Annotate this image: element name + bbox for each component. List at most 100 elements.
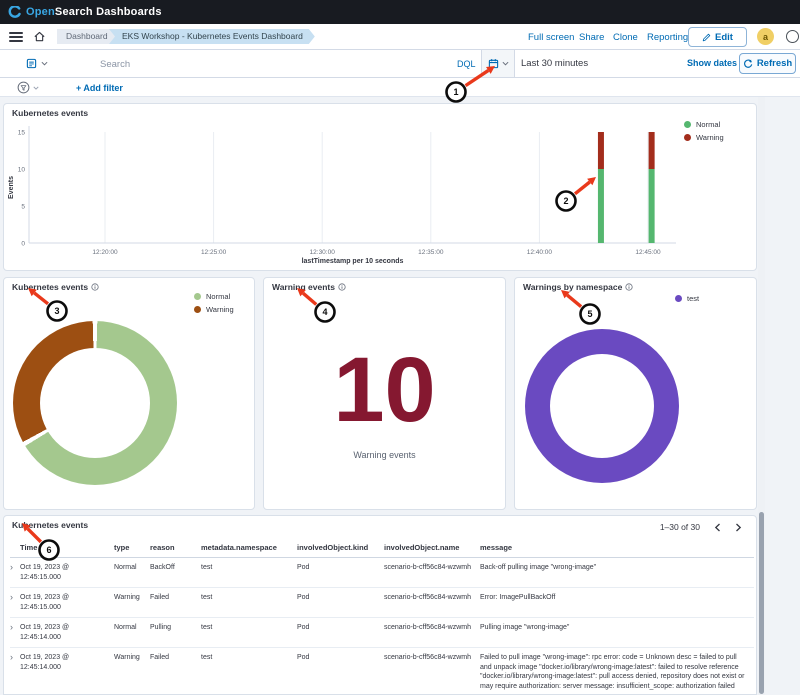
expand-row-icon[interactable]: › bbox=[10, 562, 13, 572]
legend-item-warning[interactable]: Warning bbox=[684, 133, 724, 142]
date-picker-button[interactable] bbox=[481, 50, 515, 77]
column-header-involvedobject-name[interactable]: involvedObject.name bbox=[384, 538, 480, 558]
legend-label: Normal bbox=[206, 292, 230, 301]
y-tick-label: 0 bbox=[21, 241, 25, 248]
bar-segment-normal[interactable] bbox=[598, 169, 604, 243]
filter-bar: + Add filter bbox=[0, 78, 800, 97]
x-axis-title: lastTimestamp per 10 seconds bbox=[302, 258, 404, 265]
cell-message: Pulling image "wrong-image" bbox=[480, 618, 754, 648]
saved-query-icon bbox=[26, 58, 37, 69]
x-tick-label: 12:40:00 bbox=[527, 249, 553, 256]
sort-descending-icon[interactable]: ▼ bbox=[39, 544, 44, 550]
column-header-message[interactable]: message bbox=[480, 538, 754, 558]
table-header-row: Time▼typereasonmetadata.namespaceinvolve… bbox=[10, 538, 754, 558]
legend-label: Warning bbox=[696, 133, 724, 142]
column-header-involvedobject-kind[interactable]: involvedObject.kind bbox=[297, 538, 384, 558]
opensearch-logo[interactable]: OpenSearch Dashboards bbox=[8, 6, 162, 19]
x-tick-label: 12:45:00 bbox=[635, 249, 661, 256]
column-header-type[interactable]: type bbox=[114, 538, 150, 558]
home-icon[interactable] bbox=[33, 30, 46, 48]
full-screen-link[interactable]: Full screen bbox=[528, 32, 574, 43]
y-tick-label: 10 bbox=[18, 167, 26, 174]
legend-dot bbox=[684, 134, 691, 141]
bar-segment-normal[interactable] bbox=[649, 169, 655, 243]
info-icon[interactable] bbox=[625, 283, 633, 291]
legend-label: test bbox=[687, 294, 699, 303]
scrollbar-thumb[interactable] bbox=[759, 512, 764, 694]
column-header-time[interactable]: Time▼ bbox=[20, 538, 114, 558]
legend-item-normal[interactable]: Normal bbox=[684, 120, 724, 129]
info-icon[interactable] bbox=[91, 283, 99, 291]
show-dates-button[interactable]: Show dates bbox=[687, 58, 737, 68]
panel-title-wrap: Warning events bbox=[272, 282, 346, 292]
expand-row-icon[interactable]: › bbox=[10, 592, 13, 602]
legend-item-warning[interactable]: Warning bbox=[194, 305, 234, 314]
cell-time: Oct 19, 2023 @ 12:45:14.000 bbox=[20, 618, 114, 648]
cell-type: Warning bbox=[114, 588, 150, 618]
panel-title-wrap: Kubernetes events bbox=[12, 282, 99, 292]
chart-legend: Normal Warning bbox=[684, 120, 724, 142]
legend-item-test[interactable]: test bbox=[675, 294, 699, 303]
edit-button[interactable]: Edit bbox=[688, 27, 747, 47]
column-header-reason[interactable]: reason bbox=[150, 538, 201, 558]
refresh-button[interactable]: Refresh bbox=[739, 53, 796, 74]
donut-hole bbox=[40, 348, 150, 458]
bar-segment-warning[interactable] bbox=[598, 132, 604, 169]
metric-label: Warning events bbox=[353, 450, 415, 460]
legend-item-normal[interactable]: Normal bbox=[194, 292, 234, 301]
breadcrumb-dashboard[interactable]: Dashboard bbox=[57, 29, 120, 44]
y-tick-label: 5 bbox=[21, 204, 25, 211]
donut-hole bbox=[550, 354, 654, 458]
saved-query-menu[interactable] bbox=[26, 58, 48, 69]
user-avatar[interactable]: a bbox=[757, 28, 774, 45]
legend-dot bbox=[194, 306, 201, 313]
panel-warnings-by-namespace-donut: Warnings by namespace test bbox=[514, 277, 757, 510]
breadcrumb-current-dashboard[interactable]: EKS Workshop - Kubernetes Events Dashboa… bbox=[109, 29, 315, 44]
share-link[interactable]: Share bbox=[579, 32, 604, 43]
cell-type: Normal bbox=[114, 618, 150, 648]
cell-involvedobject-kind: Pod bbox=[297, 648, 384, 695]
info-icon[interactable] bbox=[338, 283, 346, 291]
events-bar-chart[interactable]: 12:20:0012:25:0012:30:0012:35:0012:40:00… bbox=[4, 104, 757, 270]
top-app-bar: OpenSearch Dashboards bbox=[0, 0, 800, 24]
filter-menu[interactable] bbox=[17, 81, 39, 94]
legend-label: Warning bbox=[206, 305, 234, 314]
cell-time: Oct 19, 2023 @ 12:45:14.000 bbox=[20, 648, 114, 695]
previous-page-icon[interactable] bbox=[714, 523, 721, 532]
cell-message: Failed to pull image "wrong-image": rpc … bbox=[480, 648, 754, 695]
cell-type: Warning bbox=[114, 648, 150, 695]
bar-segment-warning[interactable] bbox=[649, 132, 655, 169]
chart-legend: Normal Warning bbox=[194, 292, 234, 314]
navigation-bar: Dashboard EKS Workshop - Kubernetes Even… bbox=[0, 24, 800, 50]
table-row: › Oct 19, 2023 @ 12:45:14.000Normal Pullin… bbox=[10, 618, 754, 648]
add-filter-button[interactable]: + Add filter bbox=[76, 83, 123, 93]
cell-involvedobject-name: scenario-b-cff56c84-wzwmh bbox=[384, 618, 480, 648]
reporting-link[interactable]: Reporting bbox=[647, 32, 688, 43]
x-tick-label: 12:20:00 bbox=[92, 249, 118, 256]
cell-metadata-namespace: test bbox=[201, 648, 297, 695]
legend-label: Normal bbox=[696, 120, 720, 129]
menu-hamburger-icon[interactable] bbox=[9, 32, 23, 42]
edit-button-label: Edit bbox=[715, 32, 733, 43]
cell-involvedobject-kind: Pod bbox=[297, 558, 384, 588]
metric-visualization: 10 Warning events bbox=[264, 278, 505, 509]
next-page-icon[interactable] bbox=[735, 523, 742, 532]
expand-row-icon[interactable]: › bbox=[10, 652, 13, 662]
help-icon[interactable] bbox=[786, 30, 799, 43]
refresh-icon bbox=[743, 59, 753, 69]
panel-warning-events-metric: Warning events 10 Warning events bbox=[263, 277, 506, 510]
cell-reason: Failed bbox=[150, 648, 201, 695]
clone-link[interactable]: Clone bbox=[613, 32, 638, 43]
opensearch-dashboards-app: OpenSearch Dashboards Dashboard EKS Work… bbox=[0, 0, 800, 695]
legend-dot bbox=[194, 293, 201, 300]
time-range-value[interactable]: Last 30 minutes bbox=[521, 58, 588, 69]
column-header-metadata-namespace[interactable]: metadata.namespace bbox=[201, 538, 297, 558]
expand-row-icon[interactable]: › bbox=[10, 622, 13, 632]
query-bar: DQL Last 30 minutes Show dates Refresh bbox=[0, 50, 800, 78]
x-tick-label: 12:25:00 bbox=[201, 249, 227, 256]
table-row: ›Oct 19, 2023 @ 12:45:14.000WarningFaile… bbox=[10, 648, 754, 695]
query-language-button[interactable]: DQL bbox=[457, 59, 476, 69]
panel-title-wrap: Warnings by namespace bbox=[523, 282, 633, 292]
search-input[interactable] bbox=[100, 54, 430, 74]
cell-metadata-namespace: test bbox=[201, 618, 297, 648]
